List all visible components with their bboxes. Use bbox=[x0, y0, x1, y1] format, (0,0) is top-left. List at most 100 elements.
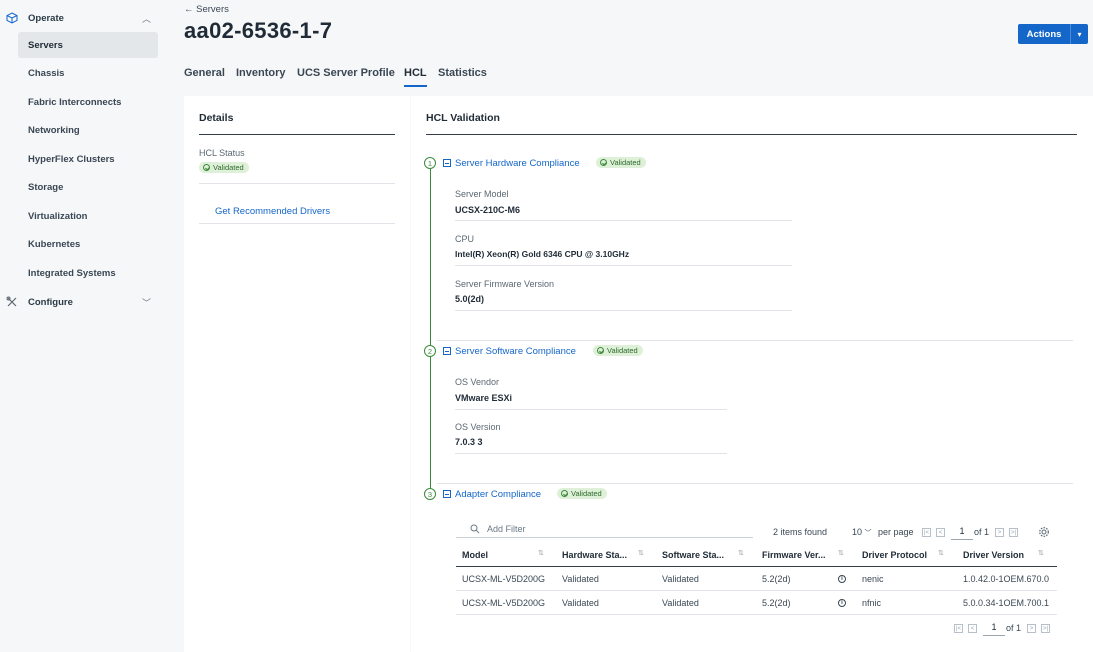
next-page-icon[interactable]: > bbox=[1027, 624, 1036, 633]
gear-icon[interactable] bbox=[1038, 526, 1050, 541]
page-number-input[interactable]: 1 bbox=[983, 622, 1005, 636]
column-header-hardware-status[interactable]: Hardware Sta... bbox=[562, 550, 627, 560]
sort-icon[interactable]: ⇅ bbox=[738, 549, 744, 557]
check-circle-icon bbox=[203, 164, 210, 171]
page-total: of 1 bbox=[1006, 623, 1022, 633]
status-badge: Validated bbox=[593, 345, 643, 356]
table-cell: 5.0.0.34-1OEM.700.1 bbox=[963, 598, 1050, 608]
divider bbox=[455, 265, 792, 266]
sidebar-item-kubernetes[interactable]: Kubernetes bbox=[18, 231, 158, 257]
last-page-icon[interactable]: >| bbox=[1009, 528, 1018, 537]
last-page-icon[interactable]: >| bbox=[1041, 624, 1050, 633]
table-cell: UCSX-ML-V5D200G bbox=[462, 574, 546, 584]
tab-inventory[interactable]: Inventory bbox=[236, 67, 286, 87]
table-cell: Validated bbox=[562, 574, 599, 584]
sidebar-item-networking[interactable]: Networking bbox=[18, 117, 158, 143]
divider bbox=[456, 614, 1057, 615]
nav-group-operate[interactable]: Operate ︿ bbox=[0, 7, 168, 29]
divider bbox=[426, 134, 1077, 135]
tab-hcl[interactable]: HCL bbox=[404, 67, 427, 87]
status-badge: Validated bbox=[596, 157, 646, 168]
sidebar-item-chassis[interactable]: Chassis bbox=[18, 60, 158, 86]
step-connector-line bbox=[430, 168, 431, 490]
page-title: aa02-6536-1-7 bbox=[184, 18, 333, 43]
status-badge: Validated bbox=[199, 162, 249, 173]
per-page-select[interactable]: 10 ﹀ bbox=[852, 527, 872, 538]
divider bbox=[455, 409, 727, 410]
get-recommended-drivers-link[interactable]: Get Recommended Drivers bbox=[215, 206, 330, 217]
server-hardware-compliance-toggle[interactable]: Server Hardware Compliance bbox=[455, 158, 580, 169]
sidebar-item-hyperflex-clusters[interactable]: HyperFlex Clusters bbox=[18, 146, 158, 172]
table-cell: nenic bbox=[862, 574, 884, 584]
sidebar-item-virtualization[interactable]: Virtualization bbox=[18, 203, 158, 229]
nav-group-configure[interactable]: Configure ﹀ bbox=[0, 291, 168, 313]
badge-text: Validated bbox=[607, 346, 638, 355]
table-cell: nfnic bbox=[862, 598, 882, 608]
column-header-model[interactable]: Model bbox=[462, 550, 488, 560]
table-cell: 1.0.42.0-1OEM.670.0 bbox=[963, 574, 1050, 584]
sort-icon[interactable]: ⇅ bbox=[938, 549, 944, 557]
divider bbox=[437, 483, 1073, 484]
sort-icon[interactable]: ⇅ bbox=[838, 549, 844, 557]
back-to-servers-link[interactable]: ← Servers bbox=[184, 4, 229, 15]
table-cell: Validated bbox=[662, 598, 699, 608]
badge-text: Validated bbox=[213, 163, 244, 172]
per-page-value: 10 bbox=[852, 527, 863, 537]
collapse-icon[interactable] bbox=[443, 159, 451, 167]
collapse-icon[interactable] bbox=[443, 347, 451, 355]
sort-icon[interactable]: ⇅ bbox=[1038, 549, 1044, 557]
table-cell: UCSX-ML-V5D200G bbox=[462, 598, 546, 608]
search-icon bbox=[470, 524, 480, 537]
divider bbox=[455, 310, 792, 311]
filter-placeholder: Add Filter bbox=[487, 524, 526, 534]
table-cell: 5.2(2d) bbox=[762, 598, 791, 608]
column-header-software-status[interactable]: Software Sta... bbox=[662, 550, 724, 560]
nav-group-label: Operate bbox=[28, 12, 64, 24]
field-value: 5.0(2d) bbox=[455, 294, 485, 304]
field-label: Server Firmware Version bbox=[455, 279, 555, 289]
first-page-icon[interactable]: |< bbox=[954, 624, 963, 633]
sidebar-item-storage[interactable]: Storage bbox=[18, 174, 158, 200]
chevron-down-icon[interactable]: ▾ bbox=[1070, 24, 1088, 44]
info-icon[interactable]: i bbox=[838, 575, 846, 583]
badge-text: Validated bbox=[610, 158, 641, 167]
column-header-driver-version[interactable]: Driver Version bbox=[963, 550, 1024, 560]
tab-general[interactable]: General bbox=[184, 67, 225, 87]
sort-icon[interactable]: ⇅ bbox=[538, 549, 544, 557]
sort-icon[interactable]: ⇅ bbox=[638, 549, 644, 557]
hcl-status-label: HCL Status bbox=[199, 148, 245, 158]
divider bbox=[456, 590, 1057, 591]
adapter-compliance-toggle[interactable]: Adapter Compliance bbox=[455, 489, 541, 500]
details-panel bbox=[184, 96, 410, 652]
field-label: OS Vendor bbox=[455, 377, 500, 387]
server-software-compliance-toggle[interactable]: Server Software Compliance bbox=[455, 346, 576, 357]
sidebar-item-integrated-systems[interactable]: Integrated Systems bbox=[18, 260, 158, 286]
details-title: Details bbox=[199, 112, 234, 124]
collapse-icon[interactable] bbox=[443, 490, 451, 498]
sidebar-item-servers[interactable]: Servers bbox=[18, 32, 158, 58]
divider bbox=[455, 453, 727, 454]
field-value: VMware ESXi bbox=[455, 393, 513, 403]
first-page-icon[interactable]: |< bbox=[922, 528, 931, 537]
hcl-validation-title: HCL Validation bbox=[426, 112, 500, 124]
prev-page-icon[interactable]: < bbox=[936, 528, 945, 537]
tab-ucs-server-profile[interactable]: UCS Server Profile bbox=[297, 67, 395, 87]
tab-statistics[interactable]: Statistics bbox=[438, 67, 487, 87]
check-circle-icon bbox=[597, 347, 604, 354]
prev-page-icon[interactable]: < bbox=[968, 624, 977, 633]
badge-text: Validated bbox=[571, 489, 602, 498]
table-cell: Validated bbox=[562, 598, 599, 608]
column-header-driver-protocol[interactable]: Driver Protocol bbox=[862, 550, 927, 560]
field-label: CPU bbox=[455, 234, 475, 244]
info-icon[interactable]: i bbox=[838, 599, 846, 607]
column-header-firmware-version[interactable]: Firmware Ver... bbox=[762, 550, 826, 560]
page-number-input[interactable]: 1 bbox=[951, 526, 973, 540]
per-page-label: per page bbox=[878, 527, 914, 537]
sidebar-item-fabric-interconnects[interactable]: Fabric Interconnects bbox=[18, 89, 158, 115]
next-page-icon[interactable]: > bbox=[995, 528, 1004, 537]
divider bbox=[199, 183, 395, 184]
status-badge: Validated bbox=[557, 488, 607, 499]
actions-menu: Actions ▾ bbox=[1018, 24, 1088, 44]
actions-button[interactable]: Actions bbox=[1018, 24, 1070, 44]
filter-input[interactable]: Add Filter bbox=[456, 522, 753, 538]
